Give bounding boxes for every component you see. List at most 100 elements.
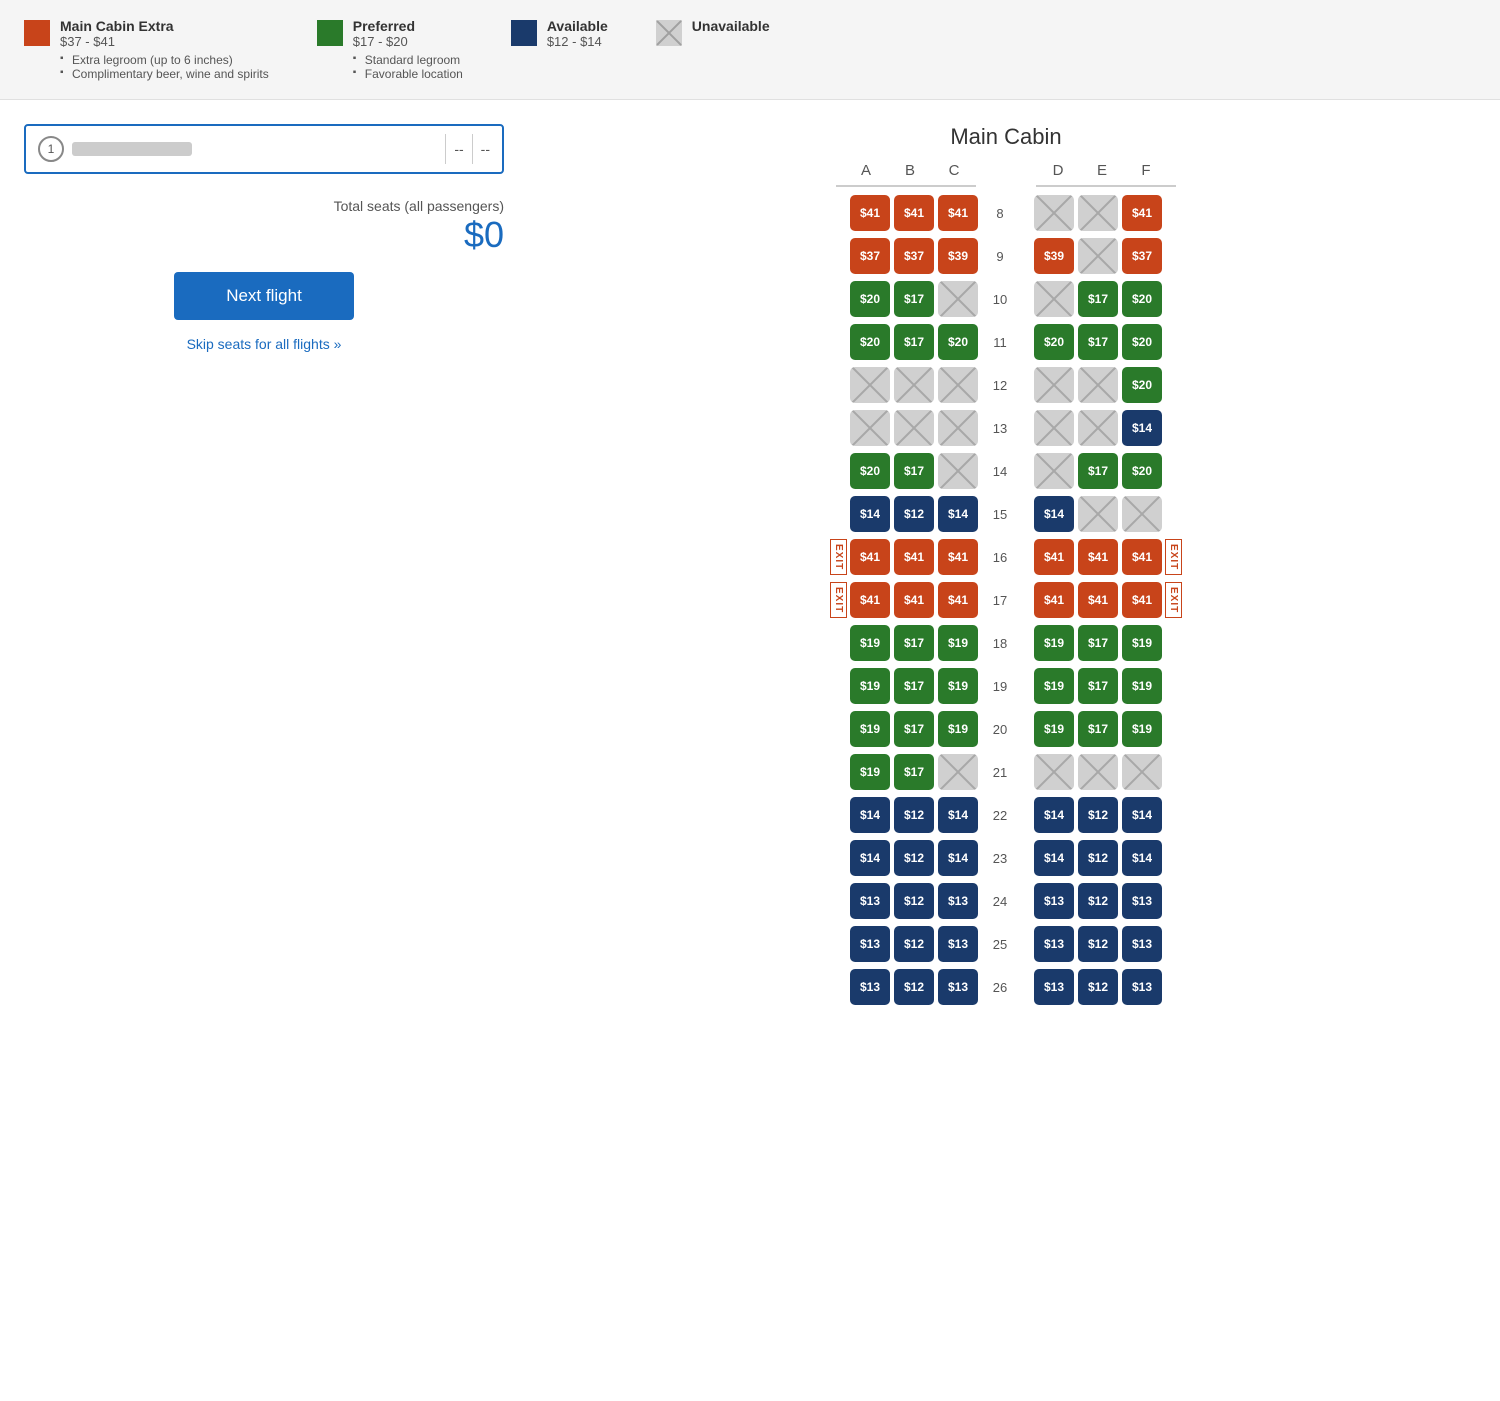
seat-13B[interactable]: [894, 410, 934, 446]
seat-21E[interactable]: [1078, 754, 1118, 790]
seat-8E[interactable]: [1078, 195, 1118, 231]
seat-17E[interactable]: $41: [1078, 582, 1118, 618]
seat-15F[interactable]: [1122, 496, 1162, 532]
seat-19F[interactable]: $19: [1122, 668, 1162, 704]
seat-19A[interactable]: $19: [850, 668, 890, 704]
seat-24C[interactable]: $13: [938, 883, 978, 919]
seat-9C[interactable]: $39: [938, 238, 978, 274]
next-flight-button[interactable]: Next flight: [174, 272, 354, 320]
seat-10B[interactable]: $17: [894, 281, 934, 317]
seat-21C[interactable]: [938, 754, 978, 790]
seat-17A[interactable]: $41: [850, 582, 890, 618]
seat-15D[interactable]: $14: [1034, 496, 1074, 532]
seat-21A[interactable]: $19: [850, 754, 890, 790]
seat-24A[interactable]: $13: [850, 883, 890, 919]
seat-22A[interactable]: $14: [850, 797, 890, 833]
seat-17F[interactable]: $41: [1122, 582, 1162, 618]
seat-22B[interactable]: $12: [894, 797, 934, 833]
seat-13A[interactable]: [850, 410, 890, 446]
seat-16F[interactable]: $41: [1122, 539, 1162, 575]
seat-16C[interactable]: $41: [938, 539, 978, 575]
seat-25A[interactable]: $13: [850, 926, 890, 962]
seat-13E[interactable]: [1078, 410, 1118, 446]
seat-25C[interactable]: $13: [938, 926, 978, 962]
seat-19D[interactable]: $19: [1034, 668, 1074, 704]
seat-23F[interactable]: $14: [1122, 840, 1162, 876]
seat-14F[interactable]: $20: [1122, 453, 1162, 489]
seat-23A[interactable]: $14: [850, 840, 890, 876]
seat-9B[interactable]: $37: [894, 238, 934, 274]
seat-22F[interactable]: $14: [1122, 797, 1162, 833]
seat-12E[interactable]: [1078, 367, 1118, 403]
seat-23E[interactable]: $12: [1078, 840, 1118, 876]
seat-8D[interactable]: [1034, 195, 1074, 231]
seat-26C[interactable]: $13: [938, 969, 978, 1005]
seat-16B[interactable]: $41: [894, 539, 934, 575]
seat-25F[interactable]: $13: [1122, 926, 1162, 962]
seat-10E[interactable]: $17: [1078, 281, 1118, 317]
seat-11F[interactable]: $20: [1122, 324, 1162, 360]
seat-14C[interactable]: [938, 453, 978, 489]
seat-8B[interactable]: $41: [894, 195, 934, 231]
seat-14A[interactable]: $20: [850, 453, 890, 489]
skip-seats-link[interactable]: Skip seats for all flights »: [24, 336, 504, 352]
seat-12B[interactable]: [894, 367, 934, 403]
seat-26D[interactable]: $13: [1034, 969, 1074, 1005]
seat-22C[interactable]: $14: [938, 797, 978, 833]
seat-17C[interactable]: $41: [938, 582, 978, 618]
seat-25D[interactable]: $13: [1034, 926, 1074, 962]
seat-20A[interactable]: $19: [850, 711, 890, 747]
seat-18C[interactable]: $19: [938, 625, 978, 661]
seat-12A[interactable]: [850, 367, 890, 403]
seat-10F[interactable]: $20: [1122, 281, 1162, 317]
seat-16D[interactable]: $41: [1034, 539, 1074, 575]
seat-26B[interactable]: $12: [894, 969, 934, 1005]
seat-13F[interactable]: $14: [1122, 410, 1162, 446]
seat-20C[interactable]: $19: [938, 711, 978, 747]
seat-12C[interactable]: [938, 367, 978, 403]
seat-14E[interactable]: $17: [1078, 453, 1118, 489]
seat-17B[interactable]: $41: [894, 582, 934, 618]
seat-19C[interactable]: $19: [938, 668, 978, 704]
seat-18E[interactable]: $17: [1078, 625, 1118, 661]
seat-20B[interactable]: $17: [894, 711, 934, 747]
seat-24B[interactable]: $12: [894, 883, 934, 919]
seat-15C[interactable]: $14: [938, 496, 978, 532]
seat-11D[interactable]: $20: [1034, 324, 1074, 360]
seat-19E[interactable]: $17: [1078, 668, 1118, 704]
seat-18F[interactable]: $19: [1122, 625, 1162, 661]
seat-10A[interactable]: $20: [850, 281, 890, 317]
seat-10D[interactable]: [1034, 281, 1074, 317]
seat-8C[interactable]: $41: [938, 195, 978, 231]
seat-24E[interactable]: $12: [1078, 883, 1118, 919]
seat-21F[interactable]: [1122, 754, 1162, 790]
seat-22D[interactable]: $14: [1034, 797, 1074, 833]
seat-15A[interactable]: $14: [850, 496, 890, 532]
seat-19B[interactable]: $17: [894, 668, 934, 704]
seat-13D[interactable]: [1034, 410, 1074, 446]
seat-14B[interactable]: $17: [894, 453, 934, 489]
seat-25B[interactable]: $12: [894, 926, 934, 962]
seat-20D[interactable]: $19: [1034, 711, 1074, 747]
seat-13C[interactable]: [938, 410, 978, 446]
seat-8A[interactable]: $41: [850, 195, 890, 231]
seat-21B[interactable]: $17: [894, 754, 934, 790]
seat-11E[interactable]: $17: [1078, 324, 1118, 360]
seat-21D[interactable]: [1034, 754, 1074, 790]
seat-18B[interactable]: $17: [894, 625, 934, 661]
seat-18D[interactable]: $19: [1034, 625, 1074, 661]
seat-11A[interactable]: $20: [850, 324, 890, 360]
seat-9D[interactable]: $39: [1034, 238, 1074, 274]
seat-23B[interactable]: $12: [894, 840, 934, 876]
seat-11C[interactable]: $20: [938, 324, 978, 360]
seat-17D[interactable]: $41: [1034, 582, 1074, 618]
seat-20F[interactable]: $19: [1122, 711, 1162, 747]
seat-18A[interactable]: $19: [850, 625, 890, 661]
seat-10C[interactable]: [938, 281, 978, 317]
seat-20E[interactable]: $17: [1078, 711, 1118, 747]
seat-9A[interactable]: $37: [850, 238, 890, 274]
seat-11B[interactable]: $17: [894, 324, 934, 360]
seat-9F[interactable]: $37: [1122, 238, 1162, 274]
seat-26E[interactable]: $12: [1078, 969, 1118, 1005]
seat-23C[interactable]: $14: [938, 840, 978, 876]
